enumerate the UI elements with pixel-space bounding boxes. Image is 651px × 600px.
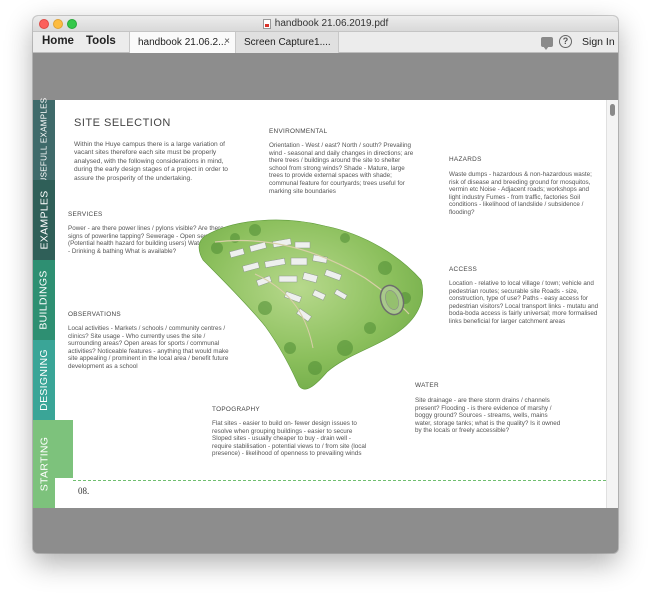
topography-heading: TOPOGRAPHY (212, 406, 260, 413)
page-number: 08. (78, 486, 90, 496)
page-title: SITE SELECTION (74, 117, 171, 129)
side-tab-designing: DESIGNING (33, 340, 55, 420)
side-tab-label: STARTING (38, 436, 51, 492)
access-text: Location - relative to local village / t… (449, 280, 599, 325)
campus-map-illustration (198, 219, 423, 390)
help-icon[interactable]: ? (559, 35, 572, 48)
intro-paragraph: Within the Huye campus there is a large … (74, 141, 228, 182)
document-viewer[interactable]: USEFULL EXAMPLES EXAMPLES BUILDINGS DESI… (33, 53, 618, 553)
environmental-heading: ENVIRONMENTAL (269, 128, 328, 135)
hazards-text: Waste dumps - hazardous & non-hazardous … (449, 171, 592, 216)
side-tab-buildings: BUILDINGS (33, 260, 55, 340)
starting-tab-extension (55, 420, 73, 478)
services-heading: SERVICES (68, 211, 103, 218)
sign-in-button[interactable]: Sign In (582, 36, 615, 48)
tab-toolbar: Home Tools handbook 21.06.2... × Screen … (33, 32, 618, 53)
document-tab-label: handbook 21.06.2... (138, 37, 227, 48)
side-tab-usefull-examples: USEFULL EXAMPLES (33, 97, 55, 183)
pdf-viewer-window: handbook 21.06.2019.pdf Home Tools handb… (33, 16, 618, 553)
window-title: handbook 21.06.2019.pdf (33, 18, 618, 29)
vertical-scrollbar[interactable] (606, 100, 618, 508)
close-tab-icon[interactable]: × (224, 36, 230, 47)
title-bar: handbook 21.06.2019.pdf (33, 16, 618, 32)
side-tab-examples: EXAMPLES (33, 180, 55, 260)
environmental-text: Orientation - West / east? North / south… (269, 142, 414, 195)
pdf-file-icon (262, 18, 271, 29)
document-tab-handbook[interactable]: handbook 21.06.2... × (129, 32, 236, 53)
tools-tab[interactable]: Tools (86, 35, 116, 47)
pdf-page: USEFULL EXAMPLES EXAMPLES BUILDINGS DESI… (33, 97, 606, 508)
side-tab-starting: STARTING (33, 420, 55, 508)
side-tab-label: DESIGNING (38, 349, 50, 411)
water-text: Site drainage - are there storm drains /… (415, 397, 561, 435)
side-tab-label: BUILDINGS (38, 270, 51, 330)
document-tab-label: Screen Capture1.... (244, 37, 331, 48)
window-title-text: handbook 21.06.2019.pdf (274, 18, 389, 29)
observations-heading: OBSERVATIONS (68, 311, 121, 318)
document-tab-screen-capture[interactable]: Screen Capture1.... (236, 32, 339, 53)
home-tab[interactable]: Home (42, 35, 74, 47)
footer-divider (73, 480, 606, 481)
side-tab-label: USEFULL EXAMPLES (39, 97, 49, 183)
topography-text: Flat sites - easier to build on- fewer d… (212, 420, 367, 458)
hazards-heading: HAZARDS (449, 156, 482, 163)
comment-icon[interactable] (541, 37, 553, 50)
side-tab-label: EXAMPLES (38, 190, 51, 250)
access-heading: ACCESS (449, 266, 478, 273)
scrollbar-thumb[interactable] (610, 104, 615, 116)
